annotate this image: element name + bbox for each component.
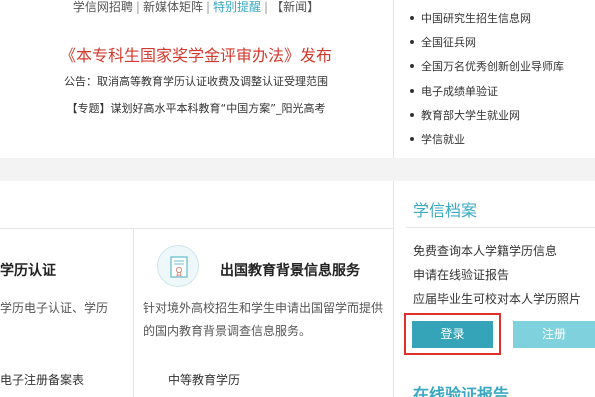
xuexin-archive-title[interactable]: 学信档案 [413,197,477,221]
bullet-icon [410,112,414,117]
card-top-border [0,228,393,229]
link-media-matrix[interactable]: 新媒体矩阵 [143,0,203,14]
card-link-secondary-education[interactable]: 中等教育学历 [168,371,240,388]
list-item[interactable]: 电子成绩单验证 [410,80,564,104]
link-news[interactable]: 【新闻】 [271,0,319,14]
link-special-reminder[interactable]: 特别提醒 [213,0,261,14]
related-site-label: 中国研究生招生信息网 [421,12,531,25]
list-item[interactable]: 免费查询本人学籍学历信息 [413,242,581,266]
card-divider [133,228,134,397]
list-item[interactable]: 全国万名优秀创新创业导师库 [410,55,564,79]
headline-link[interactable]: 《本专科生国家奖学金评审办法》发布 [0,42,392,66]
login-button[interactable]: 登录 [412,321,493,348]
list-item[interactable]: 教育部大学生就业网 [410,104,564,128]
related-site-label: 教育部大学生就业网 [421,108,520,122]
bullet-icon [410,136,414,141]
section-separator-band [0,158,595,181]
related-sites-list: 中国研究生招生信息网 全国征兵网 全国万名优秀创新创业导师库 电子成绩单验证 教… [410,7,564,152]
separator: | [135,0,140,14]
card-title-overseas-background[interactable]: 出国教育背景信息服务 [220,260,360,280]
separator: | [264,0,269,14]
related-site-label: 全国万名优秀创新创业导师库 [421,60,564,74]
link-recruitment[interactable]: 学信网招聘 [73,0,133,14]
card-link-registration-form[interactable]: 电子注册备案表 [0,371,84,388]
top-link-bar: 学信网招聘 | 新媒体矩阵 | 特别提醒 | 【新闻】 [0,0,392,15]
related-site-label: 电子成绩单验证 [421,84,498,98]
divider [406,227,595,228]
bullet-icon [410,88,414,93]
card-title-degree-certification[interactable]: 学历认证 [0,260,56,280]
register-button[interactable]: 注册 [513,321,595,348]
certificate-icon [157,245,199,287]
news-panel: 学信网招聘 | 新媒体矩阵 | 特别提醒 | 【新闻】 《本专科生国家奖学金评审办法》发布 … [0,0,392,158]
xuexin-archive-links: 免费查询本人学籍学历信息 申请在线验证报告 应届毕业生可校对本人学历照片 [413,242,581,314]
list-item[interactable]: 应届毕业生可校对本人学历照片 [413,290,581,314]
related-site-label: 学信就业 [421,132,465,146]
online-report-title[interactable]: 在线验证报告 [413,381,509,397]
card-description: 针对境外高校招生和学生申请出国留学而提供的国内教育背景调查信息服务。 [143,301,384,338]
separator: | [205,0,211,14]
services-section: 学历认证 学历电子认证、学历 电子注册备案表 出国教育背景信息服务 针对境外高校… [0,181,595,397]
column-divider [393,181,394,397]
special-topic-link[interactable]: 【专题】谋划好高水平本科教育“中国方案”_阳光高考 [0,100,392,116]
related-site-label: 全国征兵网 [421,36,476,50]
card-description: 学历电子认证、学历 [0,301,109,315]
bullet-icon [410,64,414,69]
bullet-icon [410,40,414,45]
column-divider [393,0,394,158]
notice-link[interactable]: 公告：取消高等教育学历认证收费及调整认证受理范围 [0,73,392,89]
list-item[interactable]: 中国研究生招生信息网 [410,7,564,31]
list-item[interactable]: 学信就业 [410,128,564,152]
list-item[interactable]: 全国征兵网 [410,31,564,55]
list-item[interactable]: 申请在线验证报告 [413,266,581,290]
bullet-icon [410,16,414,20]
